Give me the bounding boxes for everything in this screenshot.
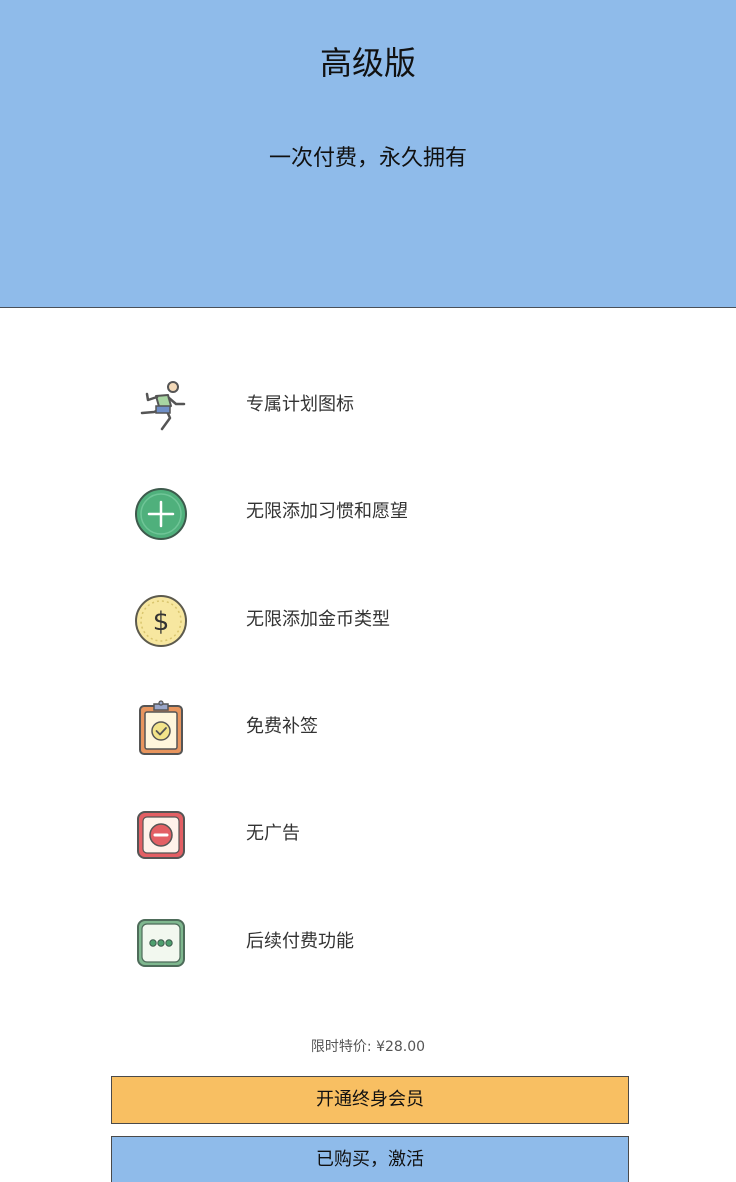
feature-label: 免费补签 [246,716,318,737]
running-person-icon [132,376,190,434]
feature-label: 无广告 [246,823,300,844]
clipboard-check-icon [132,698,190,756]
feature-item-unlimited-coins: $ 无限添加金币类型 [0,587,736,647]
plus-circle-icon [132,483,190,541]
lifetime-membership-button[interactable]: 开通终身会员 [111,1076,629,1124]
feature-item-free-checkin: 免费补签 [0,694,736,756]
feature-item-plan-icons: 专属计划图标 [0,372,736,432]
header-banner: 高级版 一次付费，永久拥有 [0,0,736,308]
feature-item-no-ads: 无广告 [0,801,736,861]
feature-label: 无限添加习惯和愿望 [246,501,408,522]
page-title: 高级版 [319,44,416,82]
feature-item-unlimited-habits: 无限添加习惯和愿望 [0,479,736,541]
minus-block-icon [132,805,190,863]
feature-label: 专属计划图标 [246,394,354,415]
feature-item-future-features: 后续付费功能 [0,909,736,969]
svg-text:$: $ [153,607,170,637]
feature-label: 无限添加金币类型 [246,609,390,630]
feature-label: 后续付费功能 [246,931,354,952]
dollar-coin-icon: $ [132,591,190,649]
price-text: 限时特价: ¥28.00 [310,1039,426,1055]
activate-purchased-button[interactable]: 已购买，激活 [111,1136,629,1182]
page-subtitle: 一次付费，永久拥有 [268,146,467,171]
more-dots-icon [132,913,190,971]
